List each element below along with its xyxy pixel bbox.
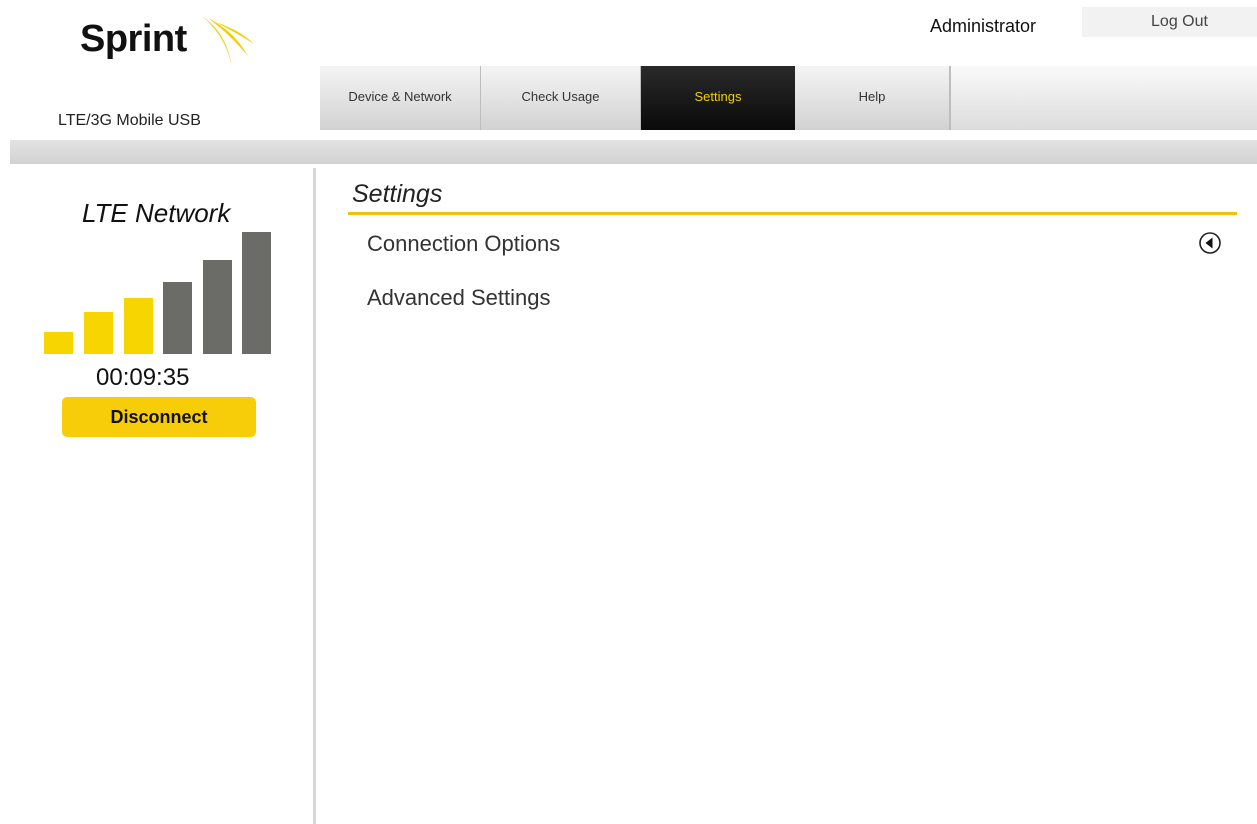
sprint-swoosh-icon bbox=[202, 16, 254, 68]
menu-item-advanced-settings[interactable]: Advanced Settings bbox=[367, 285, 550, 311]
signal-bar bbox=[203, 260, 232, 354]
signal-bar bbox=[124, 298, 153, 354]
nav-spacer bbox=[950, 66, 1257, 130]
signal-bar bbox=[84, 312, 113, 354]
header-divider-band bbox=[10, 140, 1257, 164]
page-title: Settings bbox=[352, 180, 443, 208]
tab-help[interactable]: Help bbox=[795, 66, 950, 130]
user-role-label: Administrator bbox=[930, 16, 1037, 36]
tab-device-network[interactable]: Device & Network bbox=[320, 66, 481, 130]
signal-strength-meter bbox=[44, 230, 276, 354]
logo-wordmark: Sprint bbox=[80, 18, 187, 60]
connection-status-panel: LTE Network 00:09:35 Disconnect bbox=[0, 168, 316, 824]
title-underline bbox=[348, 212, 1237, 215]
device-subtitle: LTE/3G Mobile USB bbox=[58, 112, 201, 129]
connection-timer: 00:09:35 bbox=[96, 364, 190, 391]
tab-settings[interactable]: Settings bbox=[641, 66, 795, 130]
logout-button[interactable]: Log Out bbox=[1082, 7, 1257, 37]
sprint-logo: Sprint bbox=[80, 12, 260, 82]
signal-bar bbox=[44, 332, 73, 354]
menu-item-connection-options[interactable]: Connection Options bbox=[367, 231, 560, 257]
network-type-label: LTE Network bbox=[82, 198, 231, 228]
signal-bar bbox=[163, 282, 192, 354]
tab-check-usage[interactable]: Check Usage bbox=[481, 66, 641, 130]
disconnect-button[interactable]: Disconnect bbox=[62, 397, 256, 437]
main-nav: Device & Network Check Usage Settings He… bbox=[320, 66, 1257, 130]
signal-bar bbox=[242, 232, 271, 354]
expand-arrow-icon[interactable] bbox=[1196, 229, 1224, 257]
